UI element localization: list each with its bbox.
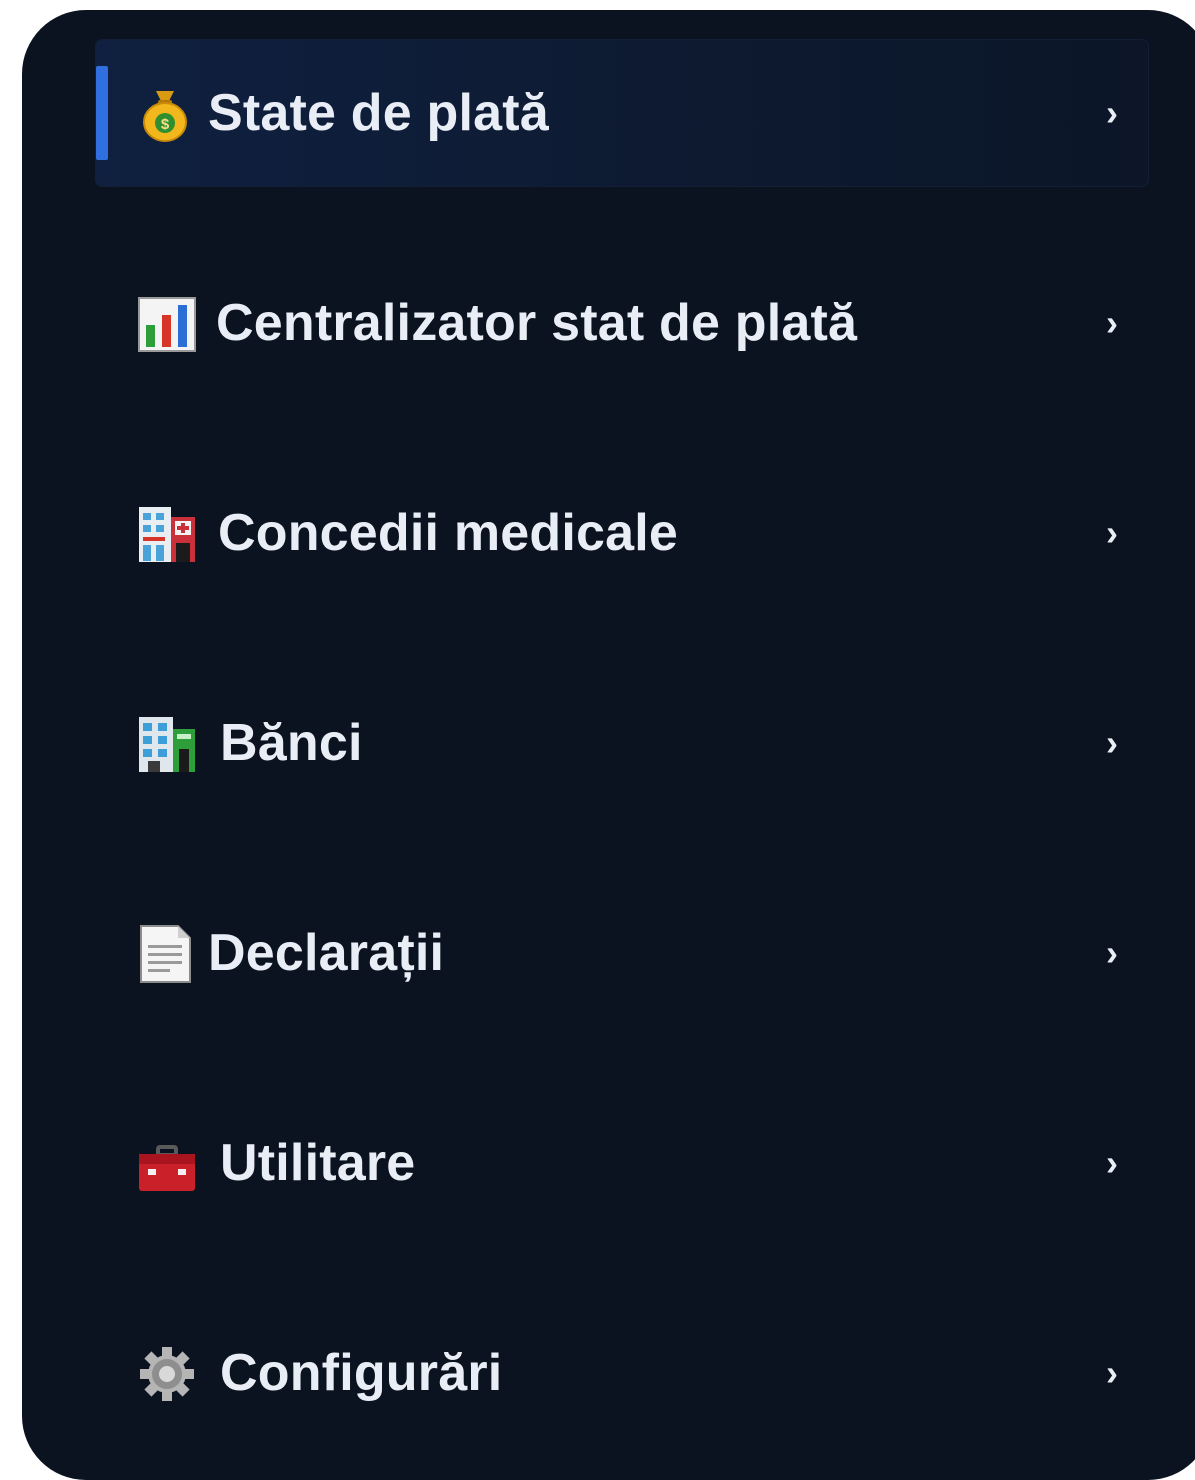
menu-item-label: Bănci (220, 714, 363, 772)
menu-item-label: Configurări (220, 1344, 503, 1402)
menu-item-utilitare[interactable]: Utilitare › (96, 1090, 1148, 1236)
chevron-right-icon: › (1106, 1142, 1118, 1183)
chevron-right-icon: › (1106, 92, 1118, 133)
svg-text:$: $ (161, 116, 170, 133)
chevron-right-icon: › (1106, 1352, 1118, 1393)
chevron-right-icon: › (1106, 932, 1118, 973)
hospital-icon (139, 507, 195, 562)
menu-item-concedii-medicale[interactable]: Concedii medicale › (96, 460, 1148, 606)
menu-item-banci[interactable]: Bănci › (96, 670, 1148, 816)
menu-item-label: Centralizator stat de plată (216, 294, 858, 352)
menu-item-label: Declarații (208, 924, 445, 982)
menu-item-label: Utilitare (220, 1134, 416, 1192)
sidebar-panel: $ State de plată › Centralizator stat de… (22, 10, 1195, 1480)
toolbox-icon (139, 1145, 195, 1191)
menu-item-centralizator[interactable]: Centralizator stat de plată › (96, 250, 1148, 396)
menu-item-label: Concedii medicale (218, 504, 678, 562)
bar-chart-icon (138, 297, 196, 352)
menu-item-declaratii[interactable]: Declarații › (96, 880, 1148, 1026)
chevron-right-icon: › (1106, 512, 1118, 553)
money-bag-icon: $ (143, 91, 187, 142)
menu-item-state-de-plata[interactable]: $ State de plată › (96, 40, 1148, 186)
bank-building-icon (139, 717, 195, 772)
menu-item-label: State de plată (208, 84, 549, 142)
chevron-right-icon: › (1106, 722, 1118, 763)
document-icon (140, 925, 191, 983)
active-indicator (96, 66, 108, 160)
chevron-right-icon: › (1106, 302, 1118, 343)
sidebar-menu: $ State de plată › Centralizator stat de… (96, 40, 1148, 1480)
menu-item-configurari[interactable]: Configurări › (96, 1300, 1148, 1446)
gear-icon (140, 1347, 194, 1401)
